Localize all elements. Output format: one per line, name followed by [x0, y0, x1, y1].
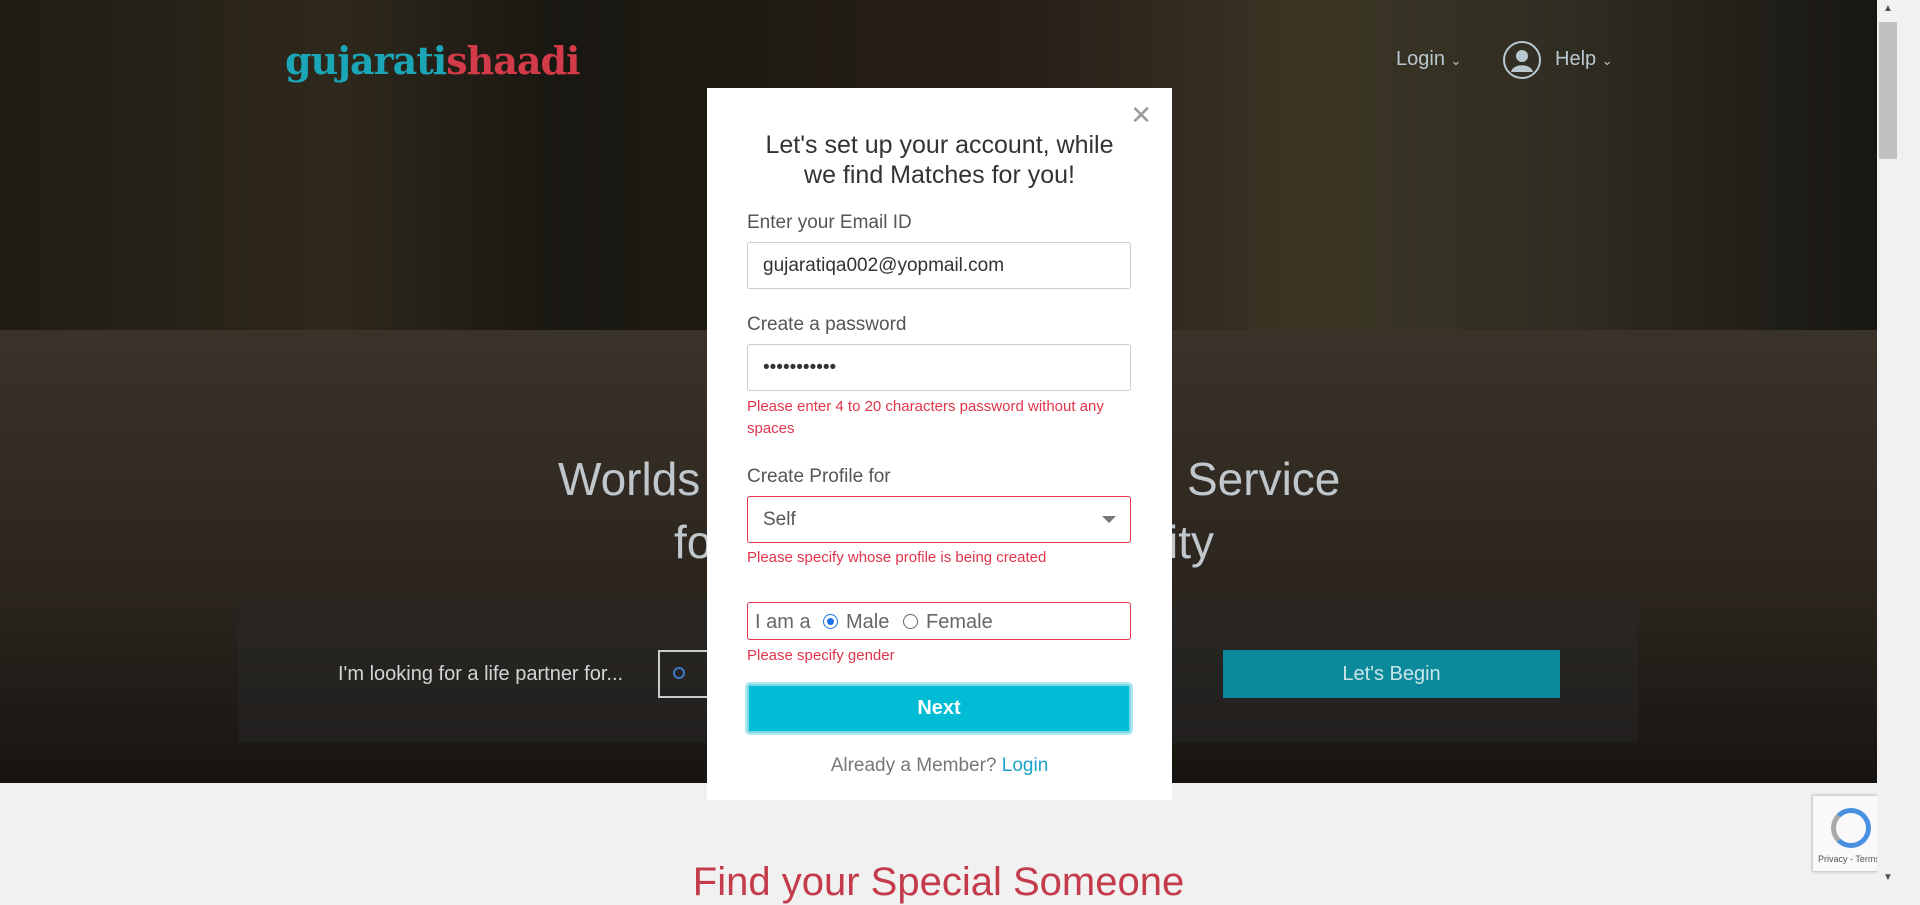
- gender-male-label[interactable]: Male: [846, 611, 889, 634]
- email-label: Enter your Email ID: [747, 212, 912, 233]
- next-button[interactable]: Next: [747, 684, 1131, 733]
- nav-login[interactable]: Login ⌄: [1396, 48, 1461, 71]
- scroll-down-icon[interactable]: ▼: [1883, 872, 1893, 883]
- chevron-down-icon: ⌄: [1601, 53, 1613, 68]
- radio-selected-icon[interactable]: [673, 667, 685, 679]
- search-prompt: I'm looking for a life partner for...: [338, 663, 624, 685]
- recaptcha-icon: [1831, 808, 1871, 848]
- profile-error: Please specify whose profile is being cr…: [747, 549, 1047, 566]
- nav-help[interactable]: Help ⌄: [1555, 48, 1613, 71]
- signup-modal: ✕ Let's set up your account, while we fi…: [707, 88, 1172, 800]
- already-member-text: Already a Member?: [830, 755, 997, 776]
- already-member-row: Already a Member? Login: [707, 755, 1172, 777]
- gender-female-radio[interactable]: [903, 614, 918, 629]
- email-field[interactable]: [747, 242, 1131, 289]
- site-logo[interactable]: gujaratishaadi: [285, 38, 580, 83]
- page-scrollbar[interactable]: ▲ ▼: [1877, 0, 1920, 888]
- recaptcha-footer[interactable]: Privacy - Terms: [1818, 854, 1880, 864]
- logo-text-part2: shaadi: [446, 38, 580, 83]
- password-label: Create a password: [747, 314, 907, 335]
- user-circle-icon[interactable]: [1503, 41, 1541, 79]
- gender-error: Please specify gender: [747, 647, 895, 664]
- profile-selected-value: Self: [763, 509, 796, 530]
- profile-label: Create Profile for: [747, 466, 891, 487]
- recaptcha-badge[interactable]: Privacy - Terms: [1812, 795, 1884, 872]
- close-icon[interactable]: ✕: [1130, 102, 1152, 128]
- gender-male-radio[interactable]: [823, 614, 838, 629]
- profile-for-select[interactable]: Self: [747, 496, 1131, 543]
- scroll-thumb[interactable]: [1879, 22, 1897, 159]
- gender-group: I am a Male Female: [747, 602, 1131, 640]
- lets-begin-button[interactable]: Let's Begin: [1223, 650, 1560, 698]
- modal-title: Let's set up your account, while we find…: [765, 131, 1114, 189]
- dropdown-arrow-icon[interactable]: [1102, 516, 1116, 523]
- password-error: Please enter 4 to 20 characters password…: [747, 398, 1104, 437]
- chevron-down-icon: ⌄: [1450, 53, 1462, 68]
- nav-help-label: Help: [1555, 48, 1597, 70]
- gender-prefix: I am a: [755, 611, 811, 633]
- password-field[interactable]: [747, 344, 1131, 391]
- special-someone-heading: Find your Special Someone: [692, 860, 1185, 904]
- nav-login-label: Login: [1396, 48, 1445, 70]
- logo-text-part1: gujarati: [285, 38, 447, 83]
- login-link[interactable]: Login: [1002, 755, 1049, 776]
- gender-female-label[interactable]: Female: [926, 611, 993, 634]
- scroll-up-icon[interactable]: ▲: [1883, 3, 1893, 14]
